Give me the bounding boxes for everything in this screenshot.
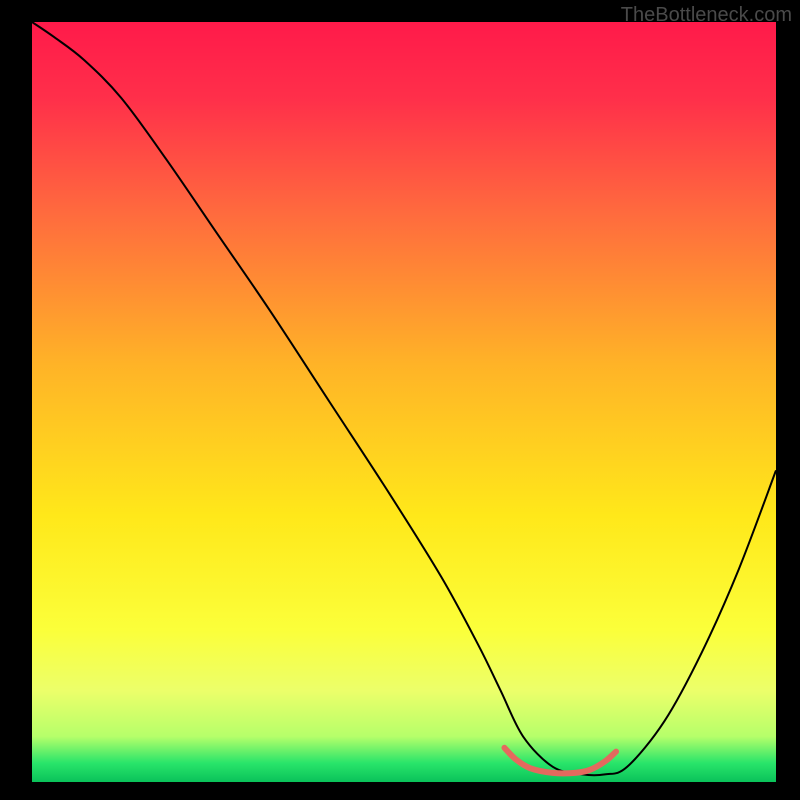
chart-background bbox=[32, 22, 776, 782]
watermark-text: TheBottleneck.com bbox=[621, 4, 792, 27]
chart-area bbox=[32, 22, 776, 782]
chart-svg bbox=[32, 22, 776, 782]
